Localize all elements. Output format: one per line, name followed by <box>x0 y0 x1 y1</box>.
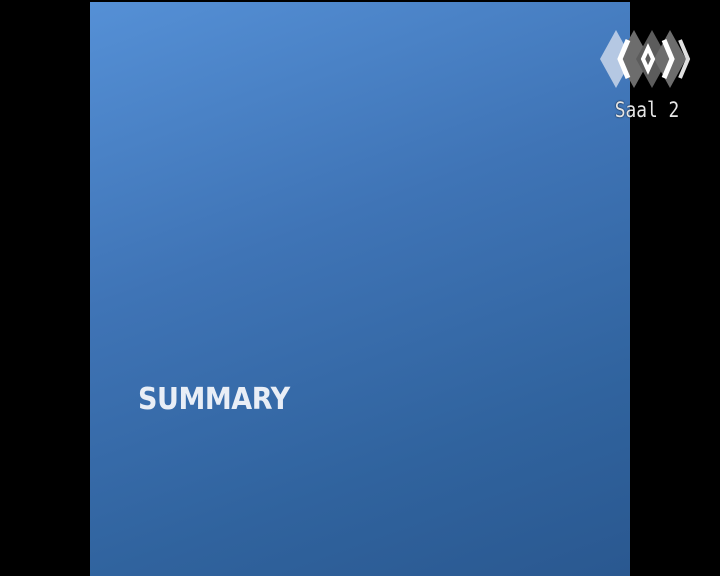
slide-title: SUMMARY <box>138 382 290 417</box>
channel-logo-icon <box>600 30 691 88</box>
channel-label: Saal 2 <box>614 98 680 122</box>
channel-logo: Saal 2 <box>598 26 698 126</box>
presentation-slide: SUMMARY <box>90 2 630 576</box>
video-frame: SUMMARY Saal 2 <box>0 0 720 576</box>
